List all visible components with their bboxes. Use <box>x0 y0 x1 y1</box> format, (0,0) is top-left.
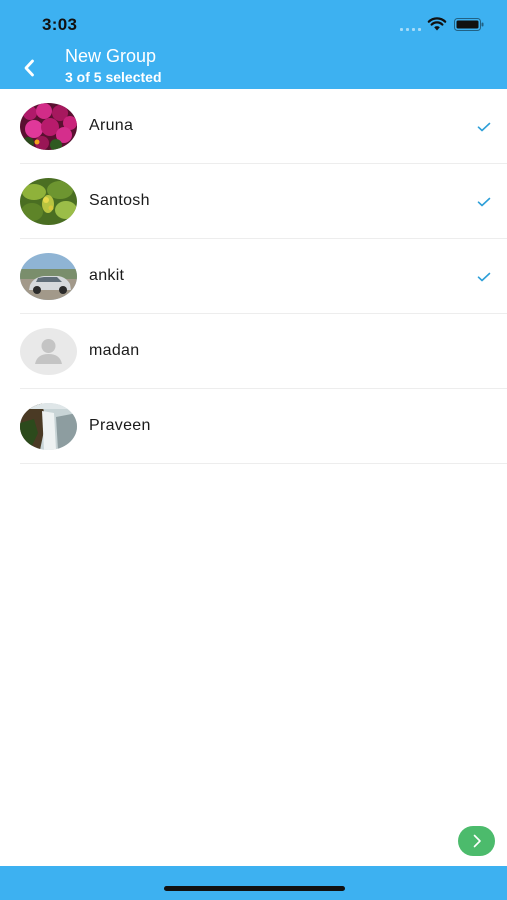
contact-row-santosh[interactable]: Santosh <box>0 164 507 239</box>
avatar <box>20 103 77 150</box>
contact-name: Santosh <box>89 192 150 209</box>
checkmark-icon <box>477 272 491 282</box>
contact-row-madan[interactable]: madan <box>0 314 507 389</box>
contact-name: Aruna <box>89 117 134 134</box>
wifi-icon <box>427 17 447 31</box>
status-time: 3:03 <box>42 15 78 34</box>
next-button[interactable] <box>458 826 495 856</box>
chevron-right-icon <box>473 834 481 848</box>
contact-name: Praveen <box>89 417 151 434</box>
contact-name: madan <box>89 342 140 359</box>
contact-name: ankit <box>89 267 125 284</box>
bottom-bar <box>0 866 507 900</box>
back-button[interactable] <box>14 55 44 81</box>
selection-count: 3 of 5 selected <box>65 69 162 85</box>
divider <box>20 463 507 464</box>
avatar <box>20 403 77 450</box>
avatar <box>20 253 77 300</box>
contact-row-aruna[interactable]: Aruna <box>0 89 507 164</box>
chevron-left-icon <box>24 59 34 77</box>
battery-icon <box>454 18 484 31</box>
status-bar: 3:03 <box>0 0 507 44</box>
contact-row-praveen[interactable]: Praveen <box>0 389 507 464</box>
cellular-signal-icon <box>400 27 422 31</box>
page-title: New Group <box>65 46 157 66</box>
default-person-icon <box>20 328 77 375</box>
app-header: 3:03 New Group 3 of 5 selected <box>0 0 507 89</box>
checkmark-icon <box>477 197 491 207</box>
checkmark-icon <box>477 122 491 132</box>
avatar <box>20 178 77 225</box>
contact-list: Aruna Santosh ankit madan Praveen <box>0 89 507 464</box>
contact-row-ankit[interactable]: ankit <box>0 239 507 314</box>
home-indicator <box>164 886 345 891</box>
